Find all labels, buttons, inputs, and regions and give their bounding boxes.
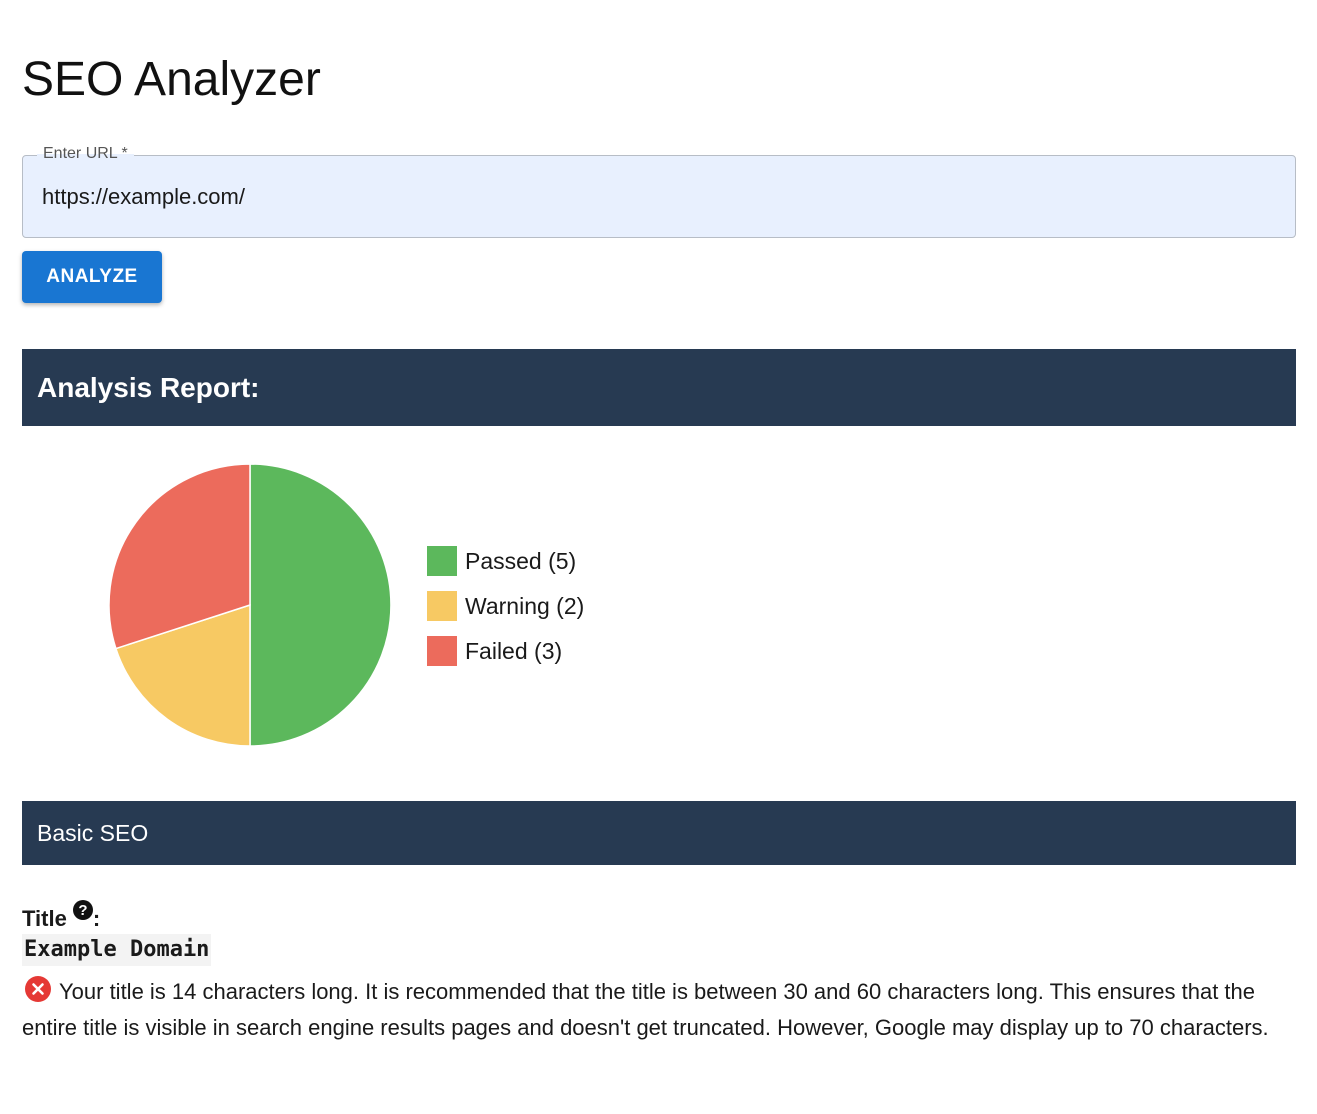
legend-label-warning: Warning (2)	[465, 592, 585, 619]
title-check-label-row: Title ? :	[22, 896, 1296, 932]
title-check-colon: :	[92, 906, 101, 931]
title-check-message-row: Your title is 14 characters long. It is …	[22, 974, 1296, 1046]
basic-seo-header: Basic SEO	[22, 801, 1296, 865]
title-check: Title ? : Example Domain Your title is 1…	[22, 896, 1296, 1046]
legend-label-failed: Failed (3)	[465, 637, 563, 664]
legend-item-passed: Passed (5)	[427, 546, 584, 576]
legend-item-warning: Warning (2)	[427, 591, 584, 621]
analysis-report-header: Analysis Report:	[22, 349, 1296, 426]
title-check-label: Title	[22, 906, 67, 931]
title-check-message: Your title is 14 characters long. It is …	[22, 979, 1269, 1040]
legend-swatch-warning	[427, 591, 457, 621]
url-field-label: Enter URL *	[37, 144, 134, 164]
legend-swatch-failed	[427, 636, 457, 666]
question-circle-icon[interactable]: ?	[72, 900, 93, 920]
legend-item-failed: Failed (3)	[427, 636, 584, 666]
title-check-value: Example Domain	[22, 934, 212, 966]
svg-text:?: ?	[78, 902, 87, 919]
seo-analyzer-page: SEO Analyzer Enter URL * ANALYZE Analysi…	[0, 0, 1317, 1114]
url-input[interactable]	[42, 180, 1272, 214]
legend-label-passed: Passed (5)	[465, 547, 577, 574]
error-circle-icon	[25, 976, 51, 1002]
page-title: SEO Analyzer	[22, 53, 321, 106]
url-field[interactable]: Enter URL *	[22, 144, 1296, 238]
chart-legend: Passed (5) Warning (2) Failed (3)	[427, 546, 584, 681]
legend-swatch-passed	[427, 546, 457, 576]
analysis-report-heading: Analysis Report:	[37, 371, 260, 403]
pie-slice-passed	[249, 463, 392, 747]
pie-chart-svg	[108, 463, 392, 747]
analyze-button[interactable]: ANALYZE	[22, 251, 162, 303]
